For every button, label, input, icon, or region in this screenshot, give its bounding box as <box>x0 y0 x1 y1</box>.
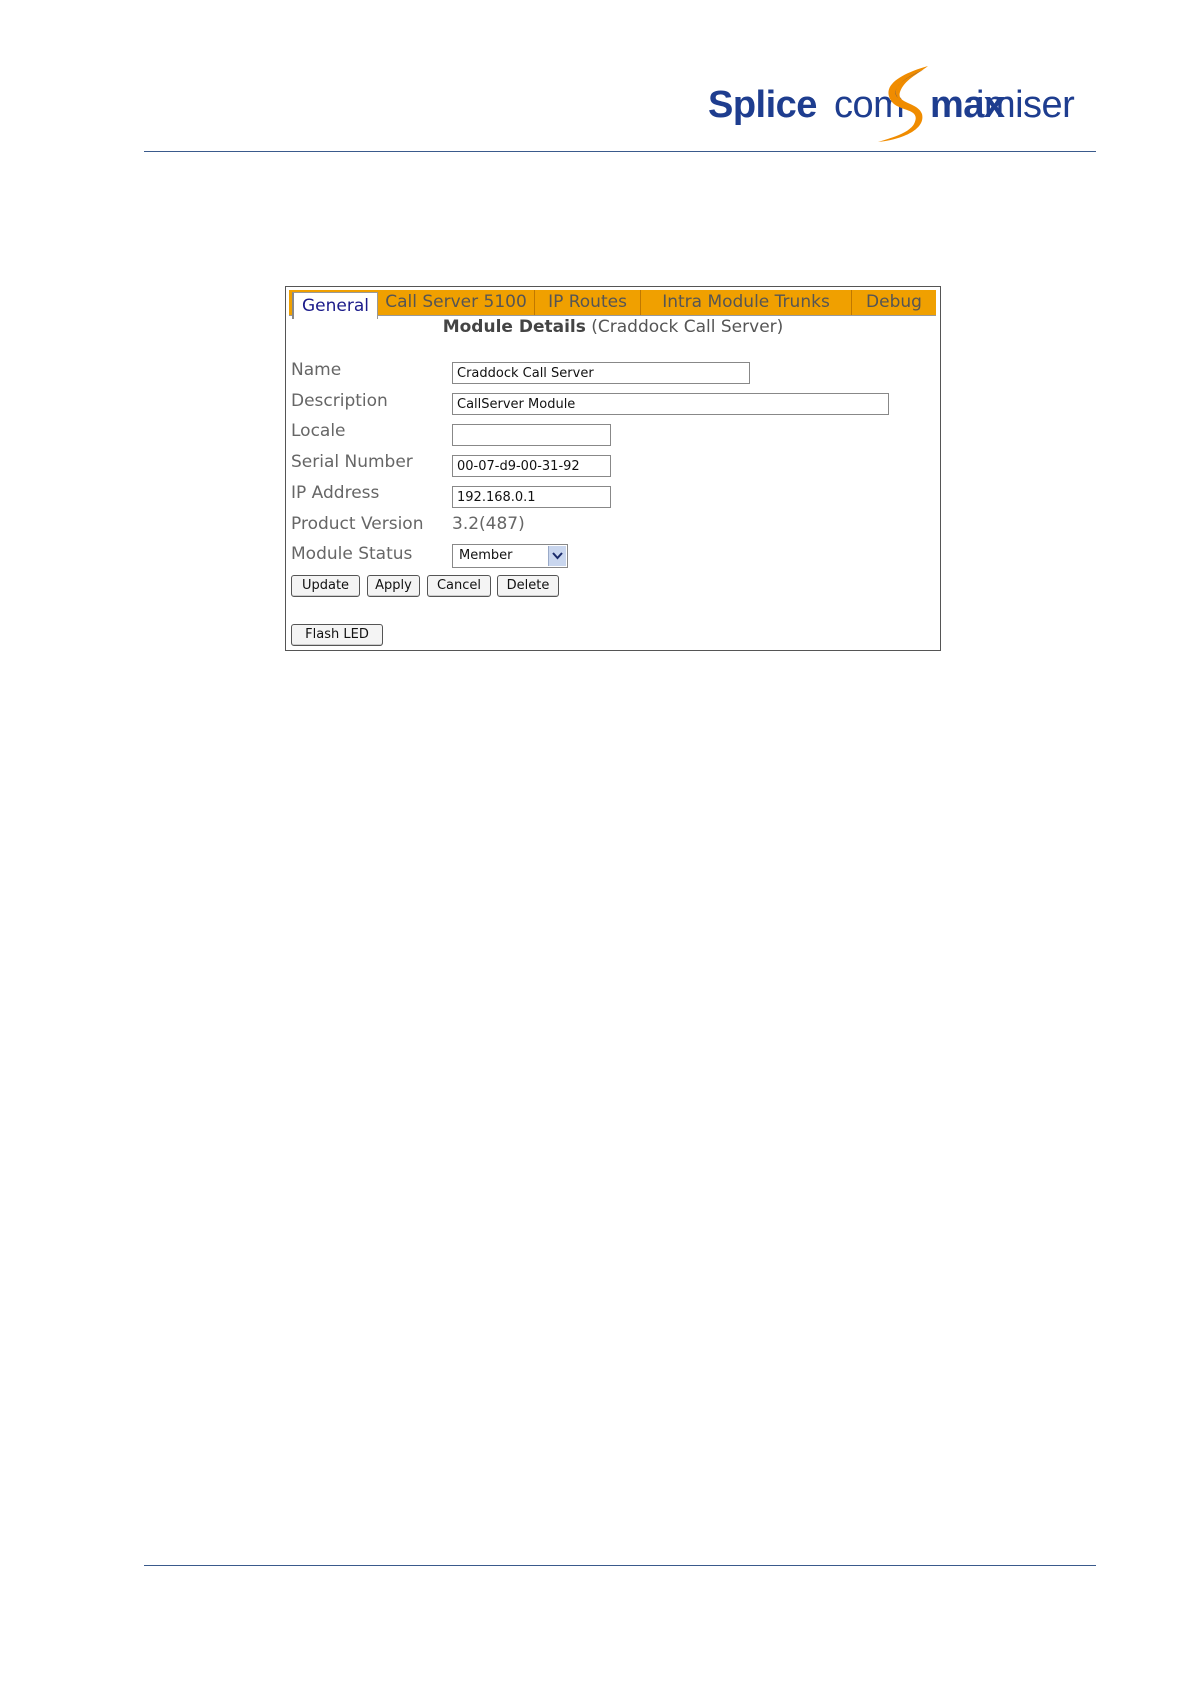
locale-label: Locale <box>291 421 346 441</box>
flash-led-button[interactable]: Flash LED <box>291 624 383 646</box>
name-label: Name <box>291 360 342 380</box>
chevron-down-icon[interactable] <box>548 546 566 566</box>
tab-bar: Call Server 5100 IP Routes Intra Module … <box>289 290 936 319</box>
header-divider <box>144 151 1096 152</box>
logo-text-splice: Splice <box>708 84 817 126</box>
module-status-value: Member <box>459 548 513 563</box>
apply-button[interactable]: Apply <box>367 575 420 597</box>
cancel-button[interactable]: Cancel <box>427 575 491 597</box>
ip-address-label: IP Address <box>291 483 380 503</box>
tab-general[interactable]: General <box>292 292 378 319</box>
module-status-label: Module Status <box>291 544 413 564</box>
logo-text-imiser: imiser <box>976 84 1075 126</box>
tab-call-server-5100[interactable]: Call Server 5100 <box>378 290 535 315</box>
page-title: Module Details (Craddock Call Server) <box>286 317 940 337</box>
description-field[interactable] <box>452 393 889 415</box>
serial-number-label: Serial Number <box>291 452 413 472</box>
product-version-label: Product Version <box>291 514 424 534</box>
tab-intra-module-trunks[interactable]: Intra Module Trunks <box>641 290 852 315</box>
module-details-subheading: (Craddock Call Server) <box>591 317 784 337</box>
delete-button[interactable]: Delete <box>497 575 559 597</box>
module-details-heading: Module Details <box>442 317 586 337</box>
module-status-select[interactable]: Member <box>452 544 568 568</box>
footer-divider <box>144 1565 1096 1566</box>
update-button[interactable]: Update <box>291 575 360 597</box>
locale-field[interactable] <box>452 424 611 446</box>
ip-address-field[interactable] <box>452 486 611 508</box>
tab-ip-routes[interactable]: IP Routes <box>535 290 641 315</box>
tab-debug[interactable]: Debug <box>852 290 936 315</box>
name-field[interactable] <box>452 362 750 384</box>
module-details-panel: Call Server 5100 IP Routes Intra Module … <box>285 286 941 651</box>
description-label: Description <box>291 391 388 411</box>
product-version-value: 3.2(487) <box>452 514 525 534</box>
serial-number-field[interactable] <box>452 455 611 477</box>
splicecom-maximiser-logo: Splice com max imiser <box>708 64 1098 144</box>
